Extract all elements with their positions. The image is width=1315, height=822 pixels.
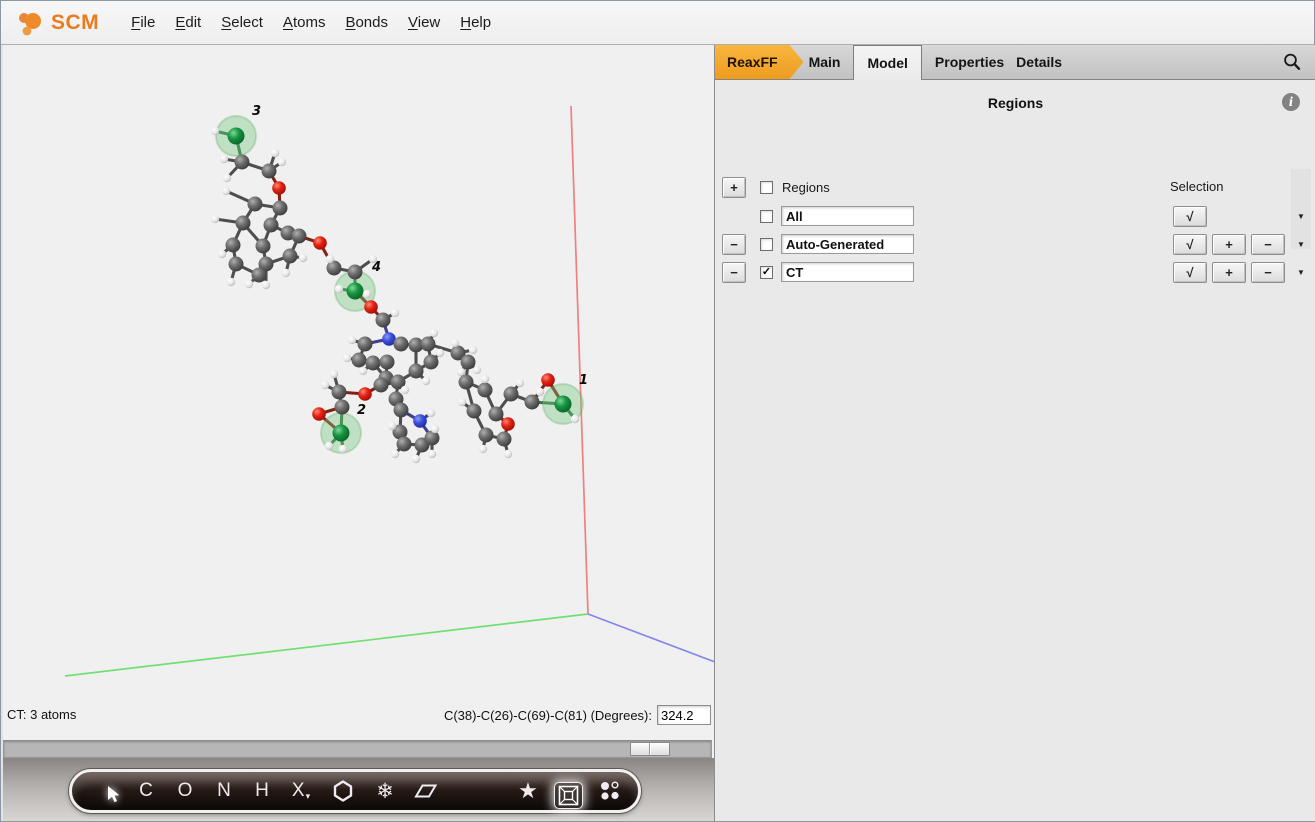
box-frame-icon (558, 785, 579, 806)
snowflake-tool[interactable]: ❄ (372, 772, 398, 810)
scm-logo-icon (15, 8, 49, 38)
tab-model[interactable]: Model (853, 45, 921, 80)
molecule-svg[interactable]: 3 4 2 1 (3, 45, 714, 701)
regions-checkbox[interactable] (760, 181, 773, 194)
plane-tool[interactable] (412, 772, 440, 810)
region-checkbox-auto[interactable] (760, 238, 773, 251)
hydrogen-tool[interactable]: H (250, 772, 274, 810)
region-dropdown-auto[interactable]: ▼ (1291, 240, 1311, 249)
tab-bar: ReaxFF Main Model Properties Details (715, 45, 1315, 80)
element-x-tool[interactable]: X ▾ (284, 772, 318, 810)
star-icon: ★ (518, 778, 538, 804)
tab-properties[interactable]: Properties (922, 45, 1010, 79)
menu-bar: SCM File Edit Select Atoms Bonds View He… (1, 1, 1314, 45)
right-panel: ReaxFF Main Model Properties Details Reg… (714, 45, 1315, 821)
search-button[interactable] (1268, 45, 1315, 79)
bottom-toolbar-area: C O N H X ▾ ❄ (3, 758, 714, 821)
panel-title: Regions (715, 95, 1315, 111)
svg-text:3: 3 (252, 104, 261, 119)
pointer-tool[interactable] (102, 775, 124, 813)
menu-item-select[interactable]: Select (211, 10, 273, 35)
menu-item-help[interactable]: Help (450, 10, 501, 35)
dihedral-input[interactable] (657, 705, 711, 725)
tab-main[interactable]: Main (796, 45, 854, 79)
menu-item-bonds[interactable]: Bonds (335, 10, 398, 35)
dihedral-label: C(38)-C(26)-C(69)-C(81) (Degrees): (444, 708, 652, 723)
svg-text:2: 2 (357, 403, 366, 418)
tool-pill: C O N H X ▾ ❄ (69, 769, 641, 813)
add-to-selection-button-ct[interactable]: + (1212, 262, 1246, 283)
menu-item-view[interactable]: View (398, 10, 450, 35)
parallelogram-icon (414, 783, 438, 799)
svg-text:4: 4 (371, 260, 381, 275)
select-region-button-ct[interactable]: √ (1173, 262, 1207, 283)
selection-header: Selection (1170, 179, 1223, 194)
svg-text:1: 1 (579, 373, 588, 388)
tab-reaxff[interactable]: ReaxFF (715, 45, 804, 79)
box-view-tool[interactable] (553, 776, 583, 814)
left-area: 3 4 2 1 CT: 3 atoms C(38)-C(26)-C(69)-C(81)… (1, 45, 714, 821)
horizontal-scrollbar[interactable] (3, 740, 712, 758)
scm-logo-text: SCM (51, 11, 99, 35)
remove-from-selection-button-ct[interactable]: − (1251, 262, 1285, 283)
menu-item-atoms[interactable]: Atoms (273, 10, 336, 35)
box-view-selected-highlight (554, 782, 583, 809)
region-dropdown-ct[interactable]: ▼ (1291, 268, 1311, 277)
region-name-field-auto[interactable] (781, 234, 914, 254)
remove-region-button-ct[interactable]: − (722, 262, 746, 283)
region-dropdown-all[interactable]: ▼ (1291, 212, 1311, 221)
region-name-field-all[interactable] (781, 206, 914, 226)
region-checkbox-all[interactable] (760, 210, 773, 223)
select-region-button-all[interactable]: √ (1173, 206, 1207, 227)
hexagon-ring-icon (333, 780, 353, 802)
regions-header-row: + Regions Selection (715, 177, 1315, 199)
dots-view-tool[interactable] (596, 772, 624, 810)
carbon-tool[interactable]: C (134, 772, 158, 810)
region-row-auto-generated: − √ + − ▼ (715, 234, 1315, 256)
add-region-button[interactable]: + (722, 177, 746, 198)
add-to-selection-button-auto[interactable]: + (1212, 234, 1246, 255)
scrollbar-thumb[interactable] (630, 742, 670, 756)
element-x-label: X (292, 780, 305, 802)
nitrogen-tool[interactable]: N (212, 772, 236, 810)
status-bar: CT: 3 atoms C(38)-C(26)-C(69)-C(81) (Deg… (3, 701, 714, 727)
ring-tool[interactable] (330, 772, 356, 810)
search-icon (1282, 52, 1302, 72)
remove-from-selection-button-auto[interactable]: − (1251, 234, 1285, 255)
regions-panel: Regions i + Regions Selection √ ▼ (715, 80, 1315, 821)
tab-details[interactable]: Details (1010, 45, 1075, 79)
region-name-field-ct[interactable] (781, 262, 914, 282)
regions-tree-label: Regions (782, 180, 830, 195)
region-row-all: √ ▼ (715, 206, 1315, 228)
atom-dots-icon (599, 780, 621, 802)
info-icon[interactable]: i (1282, 93, 1300, 111)
remove-region-button-auto[interactable]: − (722, 234, 746, 255)
application-window: SCM File Edit Select Atoms Bonds View He… (0, 0, 1315, 822)
region-count-label: CT: 3 atoms (7, 707, 76, 722)
star-tool[interactable]: ★ (515, 772, 541, 810)
pointer-icon (106, 785, 121, 804)
select-region-button-auto[interactable]: √ (1173, 234, 1207, 255)
scm-logo: SCM (15, 8, 99, 38)
menu-item-file[interactable]: File (121, 10, 165, 35)
region-checkbox-ct[interactable]: ✓ (760, 266, 773, 279)
oxygen-tool[interactable]: O (173, 772, 197, 810)
element-dropdown-icon: ▾ (306, 791, 311, 802)
molecule-viewport[interactable]: 3 4 2 1 (3, 45, 714, 739)
menu-item-edit[interactable]: Edit (165, 10, 211, 35)
region-row-ct: − ✓ √ + − ▼ (715, 262, 1315, 284)
snowflake-icon: ❄ (376, 779, 394, 804)
